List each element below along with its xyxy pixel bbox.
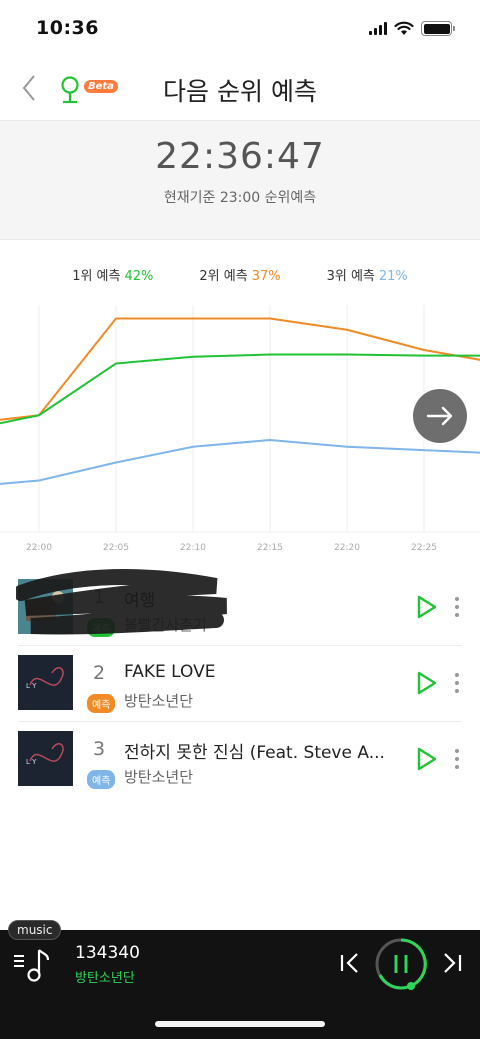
legend-percent: 21% [378,269,408,284]
player-track-artist: 방탄소년단 [75,971,135,986]
x-tick-label: 22:25 [411,543,437,553]
legend-item-2: 2위 예측 37% [199,265,280,284]
status-icons [369,21,455,36]
song-row[interactable]: L Y 3 전하지 못한 진심 (Feat. Steve A... 예측 방탄소… [18,722,462,798]
prediction-badge: 예측 [87,694,116,713]
song-artist: 방탄소년단 [124,768,194,786]
music-tag: music [8,920,62,940]
chart-legend: 1위 예측 42% 2위 예측 37% 3위 예측 21% [0,265,480,284]
song-artist: 방탄소년단 [124,692,194,710]
song-row[interactable]: L Y 2 FAKE LOVE 예측 방탄소년단 [18,646,462,722]
series-line-2 [0,317,480,421]
x-tick-label: 22:00 [26,543,52,553]
song-artist: 볼빨간사춘기 [124,616,207,634]
prediction-line-chart: 22:00 22:05 22:10 22:15 22:20 22:25 [0,305,480,553]
legend-percent: 37% [251,269,281,284]
play-icon[interactable] [413,670,439,696]
song-row[interactable]: 1 여행 예측 볼빨간사춘기 [16,569,464,646]
next-chart-button[interactable] [413,389,467,443]
song-title: 전하지 못한 진심 (Feat. Steve A... [124,743,385,763]
legend-label: 2위 예측 [199,269,248,284]
legend-label: 1위 예측 [72,269,121,284]
more-options-icon[interactable] [450,746,464,772]
app-header: Beta 다음 순위 예측 [0,58,480,120]
song-title: FAKE LOVE [124,662,216,682]
x-tick-label: 22:20 [334,543,360,553]
next-track-icon[interactable] [438,949,466,977]
countdown-clock: 22:36:47 [155,136,325,177]
x-tick-label: 22:05 [103,543,129,553]
album-art: L Y [18,731,73,786]
player-track-title: 134340 [75,943,140,963]
status-bar: 10:36 [0,0,480,58]
series-line-1 [0,353,480,425]
album-art [18,579,73,634]
previous-track-icon[interactable] [336,949,364,977]
legend-item-1: 1위 예측 42% [72,265,153,284]
wifi-icon [394,21,414,35]
svg-text:L Y: L Y [26,682,37,690]
more-options-icon[interactable] [450,594,464,620]
play-icon[interactable] [413,746,439,772]
timer-panel: 22:36:47 현재기준 23:00 순위예측 [0,120,480,240]
page-title: 다음 순위 예측 [163,77,317,106]
prediction-badge: 예측 [87,770,116,789]
home-indicator [155,1021,325,1027]
album-art: L Y [18,655,73,710]
x-tick-label: 22:10 [180,543,206,553]
song-list: 1 여행 예측 볼빨간사춘기 L Y 2 FAKE LOVE 예측 방탄소년단 … [0,569,480,798]
prediction-badge: 예측 [87,618,116,637]
status-time: 10:36 [36,17,99,39]
more-options-icon[interactable] [450,670,464,696]
cellular-signal-icon [369,22,387,35]
song-title: 여행 [124,591,156,611]
legend-item-3: 3위 예측 21% [327,265,408,284]
playlist-icon[interactable] [12,946,52,984]
x-tick-label: 22:15 [257,543,283,553]
song-rank: 2 [93,662,106,684]
pause-icon[interactable] [374,937,428,991]
play-icon[interactable] [413,594,439,620]
arrow-right-icon [426,406,453,426]
prediction-subtitle: 현재기준 23:00 순위예측 [163,190,317,206]
song-rank: 3 [93,738,106,760]
legend-percent: 42% [124,269,154,284]
legend-label: 3위 예측 [326,269,375,284]
svg-text:L Y: L Y [26,758,37,766]
battery-icon [421,21,455,36]
song-rank: 1 [93,586,106,608]
series-line-3 [0,439,480,485]
